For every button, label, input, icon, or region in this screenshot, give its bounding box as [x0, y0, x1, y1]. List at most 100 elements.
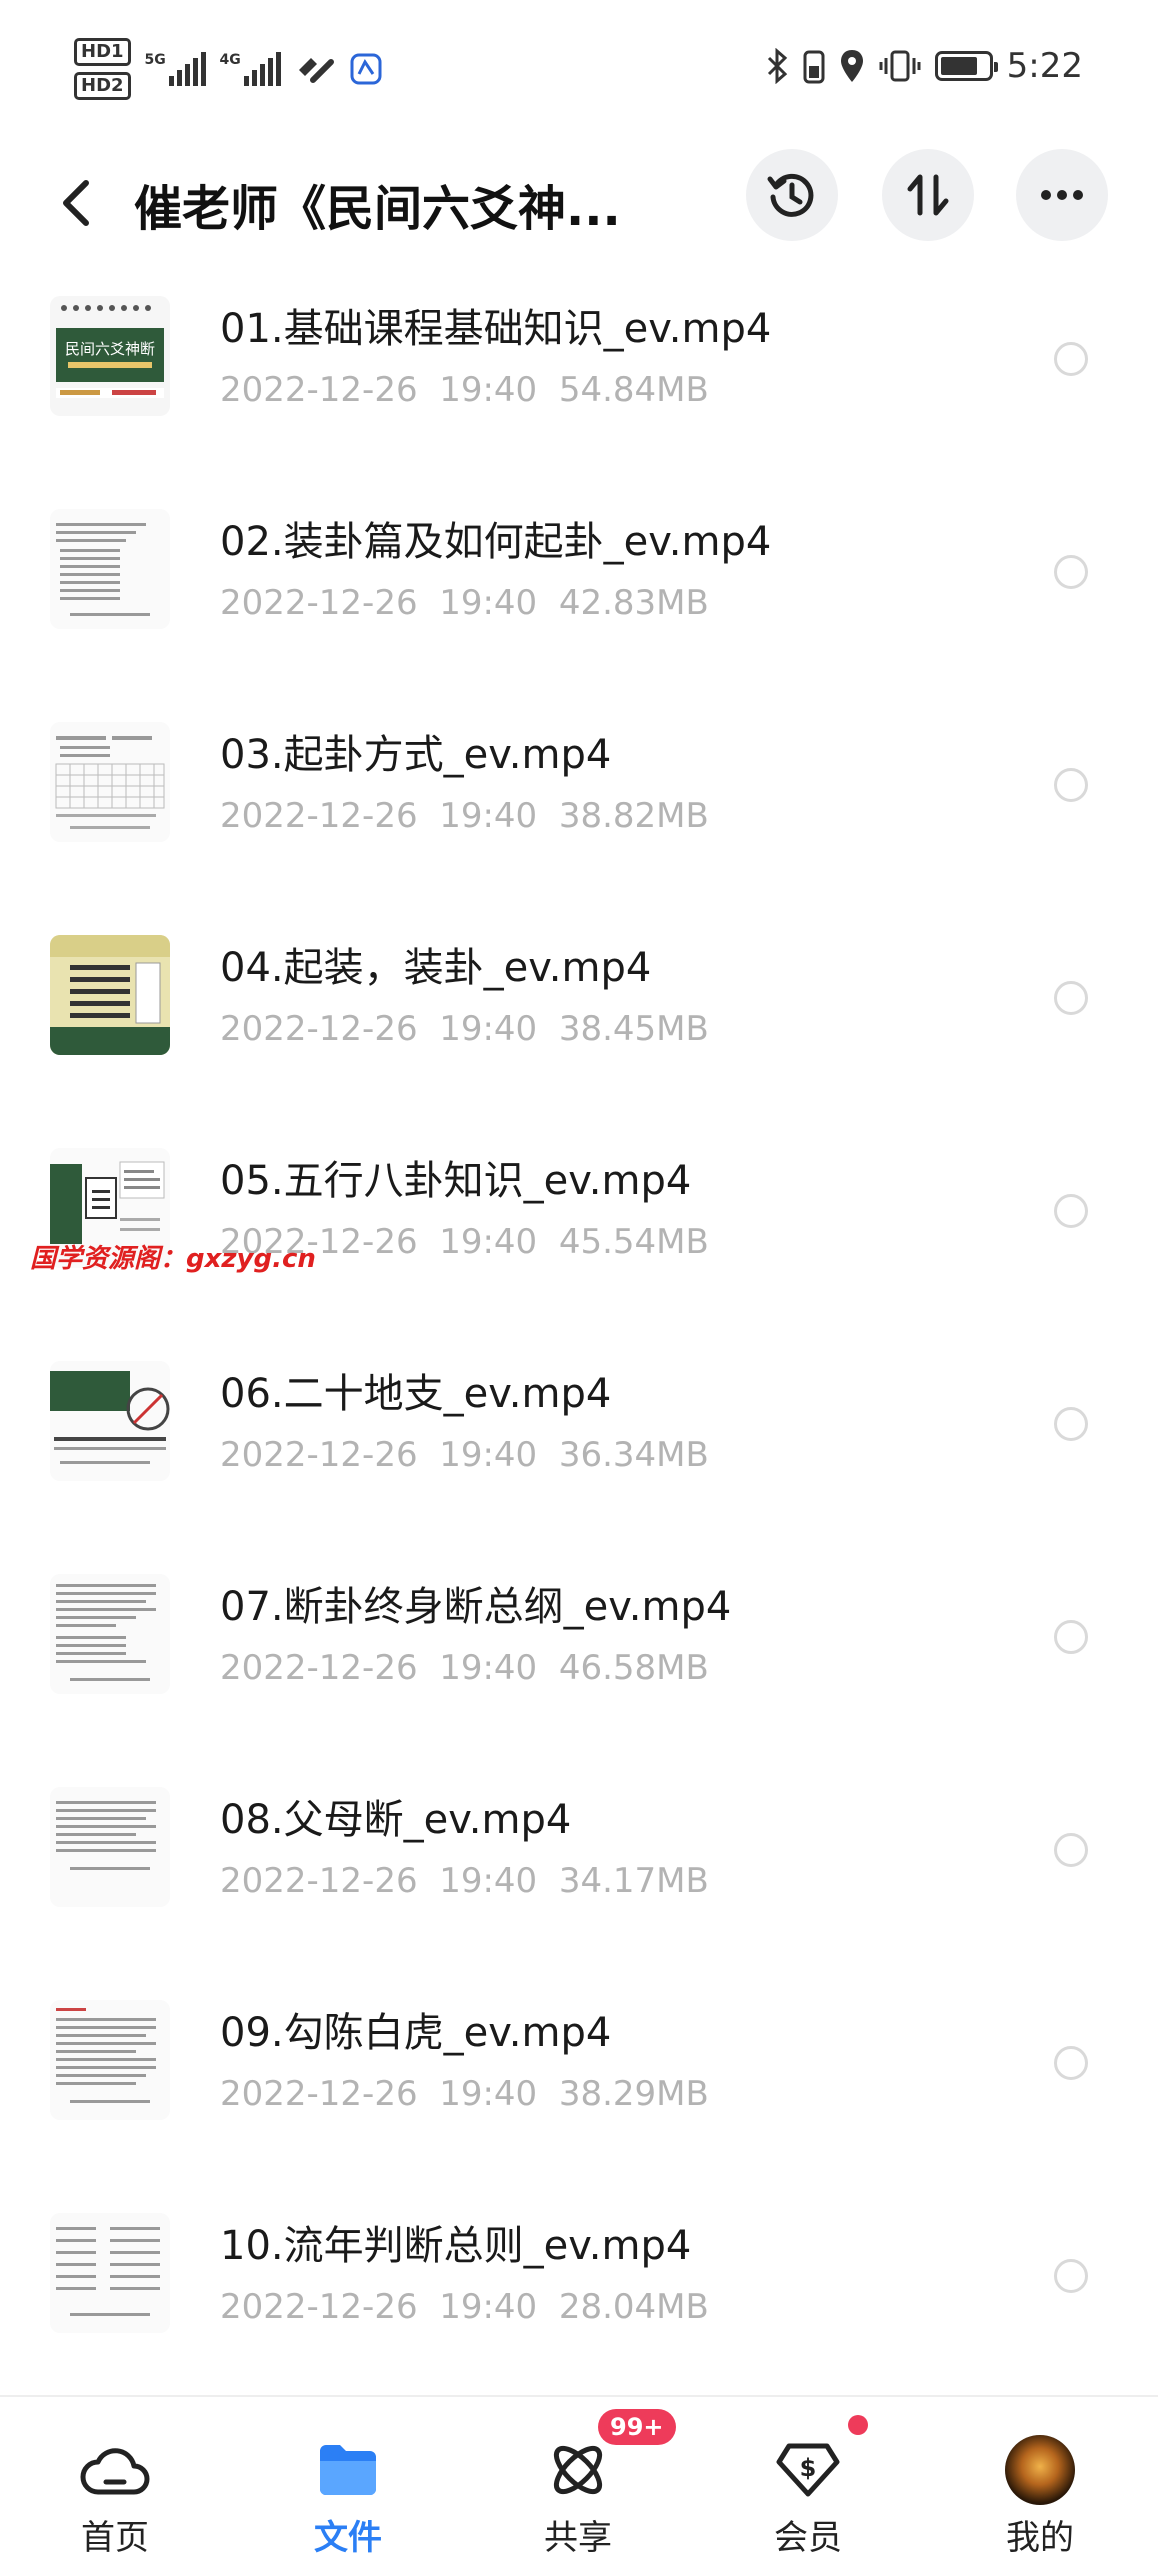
tab-files[interactable]: 文件: [258, 2397, 438, 2560]
video-thumbnail: [50, 2000, 170, 2120]
list-item[interactable]: 07.断卦终身断总纲_ev.mp4 2022-12-26 19:40 46.58…: [0, 1548, 1158, 1761]
file-date: 2022-12-26 19:40: [220, 2287, 538, 2327]
video-thumbnail: [50, 935, 170, 1055]
file-meta: 2022-12-26 19:40 34.17MB: [220, 1861, 709, 1901]
file-size: 28.04MB: [558, 2287, 709, 2327]
status-left: HD1 HD2 5G 4G: [74, 38, 383, 100]
tab-me[interactable]: 我的: [950, 2397, 1130, 2560]
file-date: 2022-12-26 19:40: [220, 796, 538, 836]
history-button[interactable]: [746, 149, 838, 241]
file-date: 2022-12-26 19:40: [220, 370, 538, 410]
tab-vip[interactable]: $ 会员: [718, 2397, 898, 2560]
select-checkbox[interactable]: [1054, 1620, 1088, 1654]
list-item[interactable]: 05.五行八卦知识_ev.mp4 2022-12-26 19:40 45.54M…: [0, 1122, 1158, 1335]
file-date: 2022-12-26 19:40: [220, 1009, 538, 1049]
list-item[interactable]: 04.起装，装卦_ev.mp4 2022-12-26 19:40 38.45MB: [0, 909, 1158, 1122]
list-item[interactable]: 03.起卦方式_ev.mp4 2022-12-26 19:40 38.82MB: [0, 696, 1158, 909]
file-meta: 2022-12-26 19:40 38.82MB: [220, 796, 709, 836]
video-thumbnail: [50, 2213, 170, 2333]
select-checkbox[interactable]: [1054, 1833, 1088, 1867]
video-thumbnail: [50, 722, 170, 842]
video-thumbnail: [50, 1361, 170, 1481]
signal-4g-icon: 4G: [220, 52, 281, 86]
tab-home[interactable]: 首页: [25, 2397, 205, 2560]
thumbnail-image: [50, 935, 170, 1055]
thumbnail-image: [50, 2213, 170, 2333]
file-meta: 2022-12-26 19:40 36.34MB: [220, 1435, 709, 1475]
file-name: 02.装卦篇及如何起卦_ev.mp4: [220, 519, 772, 565]
list-item[interactable]: 10.流年判断总则_ev.mp4 2022-12-26 19:40 28.04M…: [0, 2187, 1158, 2400]
tab-label: 会员: [774, 2518, 842, 2558]
select-checkbox[interactable]: [1054, 768, 1088, 802]
video-thumbnail: [50, 1574, 170, 1694]
file-date: 2022-12-26 19:40: [220, 583, 538, 623]
thumbnail-title: 民间六爻神断: [65, 340, 155, 358]
thumbnail-image: 民间六爻神断: [50, 296, 170, 416]
sim-indicators: HD1 HD2: [74, 38, 131, 100]
more-button[interactable]: [1016, 149, 1108, 241]
file-size: 46.58MB: [558, 1648, 709, 1688]
file-date: 2022-12-26 19:40: [220, 1861, 538, 1901]
status-right: 5:22: [767, 46, 1083, 86]
file-size: 38.45MB: [558, 1009, 709, 1049]
back-icon: [63, 180, 89, 226]
thumbnail-image: [50, 1574, 170, 1694]
back-button[interactable]: [52, 173, 100, 233]
cloud-home-icon: [80, 2435, 150, 2505]
watermark-text: 国学资源阁：gxzyg.cn: [30, 1244, 316, 1274]
vip-s-icon: $: [773, 2435, 843, 2505]
video-thumbnail: [50, 509, 170, 629]
thumbnail-image: [50, 1361, 170, 1481]
list-item[interactable]: 06.二十地支_ev.mp4 2022-12-26 19:40 36.34MB: [0, 1335, 1158, 1548]
select-checkbox[interactable]: [1054, 342, 1088, 376]
select-checkbox[interactable]: [1054, 2046, 1088, 2080]
file-date: 2022-12-26 19:40: [220, 1435, 538, 1475]
sort-button[interactable]: [882, 149, 974, 241]
file-name: 08.父母断_ev.mp4: [220, 1797, 572, 1843]
file-date: 2022-12-26 19:40: [220, 2074, 538, 2114]
file-name: 09.勾陈白虎_ev.mp4: [220, 2010, 612, 2056]
network-4g-label: 4G: [219, 52, 241, 68]
list-item[interactable]: 08.父母断_ev.mp4 2022-12-26 19:40 34.17MB: [0, 1761, 1158, 1974]
list-item[interactable]: 02.装卦篇及如何起卦_ev.mp4 2022-12-26 19:40 42.8…: [0, 483, 1158, 696]
list-item[interactable]: 09.勾陈白虎_ev.mp4 2022-12-26 19:40 38.29MB: [0, 1974, 1158, 2187]
list-item[interactable]: 民间六爻神断 01.基础课程基础知识_ev.mp4 2022-12-26 19:…: [0, 270, 1158, 483]
tab-share[interactable]: 99+ 共享: [488, 2397, 676, 2560]
select-checkbox[interactable]: [1054, 555, 1088, 589]
file-date: 2022-12-26 19:40: [220, 1648, 538, 1688]
network-5g-label: 5G: [144, 52, 166, 68]
clock: 5:22: [1006, 46, 1083, 86]
tab-label: 首页: [81, 2518, 149, 2558]
file-meta: 2022-12-26 19:40 46.58MB: [220, 1648, 709, 1688]
app-notification-icon: [350, 53, 382, 85]
file-name: 03.起卦方式_ev.mp4: [220, 732, 612, 778]
tab-label: 文件: [314, 2518, 382, 2558]
file-name: 05.五行八卦知识_ev.mp4: [220, 1158, 692, 1204]
history-icon: [767, 173, 814, 217]
signal-5g-icon: 5G: [145, 52, 206, 86]
location-icon: [840, 50, 863, 82]
file-meta: 2022-12-26 19:40 38.45MB: [220, 1009, 709, 1049]
file-size: 38.29MB: [558, 2074, 709, 2114]
select-checkbox[interactable]: [1054, 2259, 1088, 2293]
select-checkbox[interactable]: [1054, 1407, 1088, 1441]
notification-dot: [848, 2415, 868, 2435]
file-name: 07.断卦终身断总纲_ev.mp4: [220, 1584, 732, 1630]
folder-icon: [313, 2435, 383, 2505]
select-checkbox[interactable]: [1054, 981, 1088, 1015]
file-meta: 2022-12-26 19:40 54.84MB: [220, 370, 709, 410]
battery-icon: [934, 51, 998, 81]
file-size: 34.17MB: [558, 1861, 709, 1901]
vibrate-icon: [879, 50, 921, 82]
sim1-indicator: HD1: [74, 38, 131, 66]
file-size: 38.82MB: [558, 796, 709, 836]
select-checkbox[interactable]: [1054, 1194, 1088, 1228]
thumbnail-image: [50, 722, 170, 842]
video-thumbnail: [50, 1787, 170, 1907]
file-size: 36.34MB: [558, 1435, 709, 1475]
bottom-tab-bar: 首页 文件 99+ 共享 $ 会员 我的: [0, 2395, 1158, 2560]
bluetooth-icon: [767, 48, 787, 84]
hotspot-icon: [298, 58, 334, 83]
file-name: 06.二十地支_ev.mp4: [220, 1371, 612, 1417]
file-meta: 2022-12-26 19:40 38.29MB: [220, 2074, 709, 2114]
